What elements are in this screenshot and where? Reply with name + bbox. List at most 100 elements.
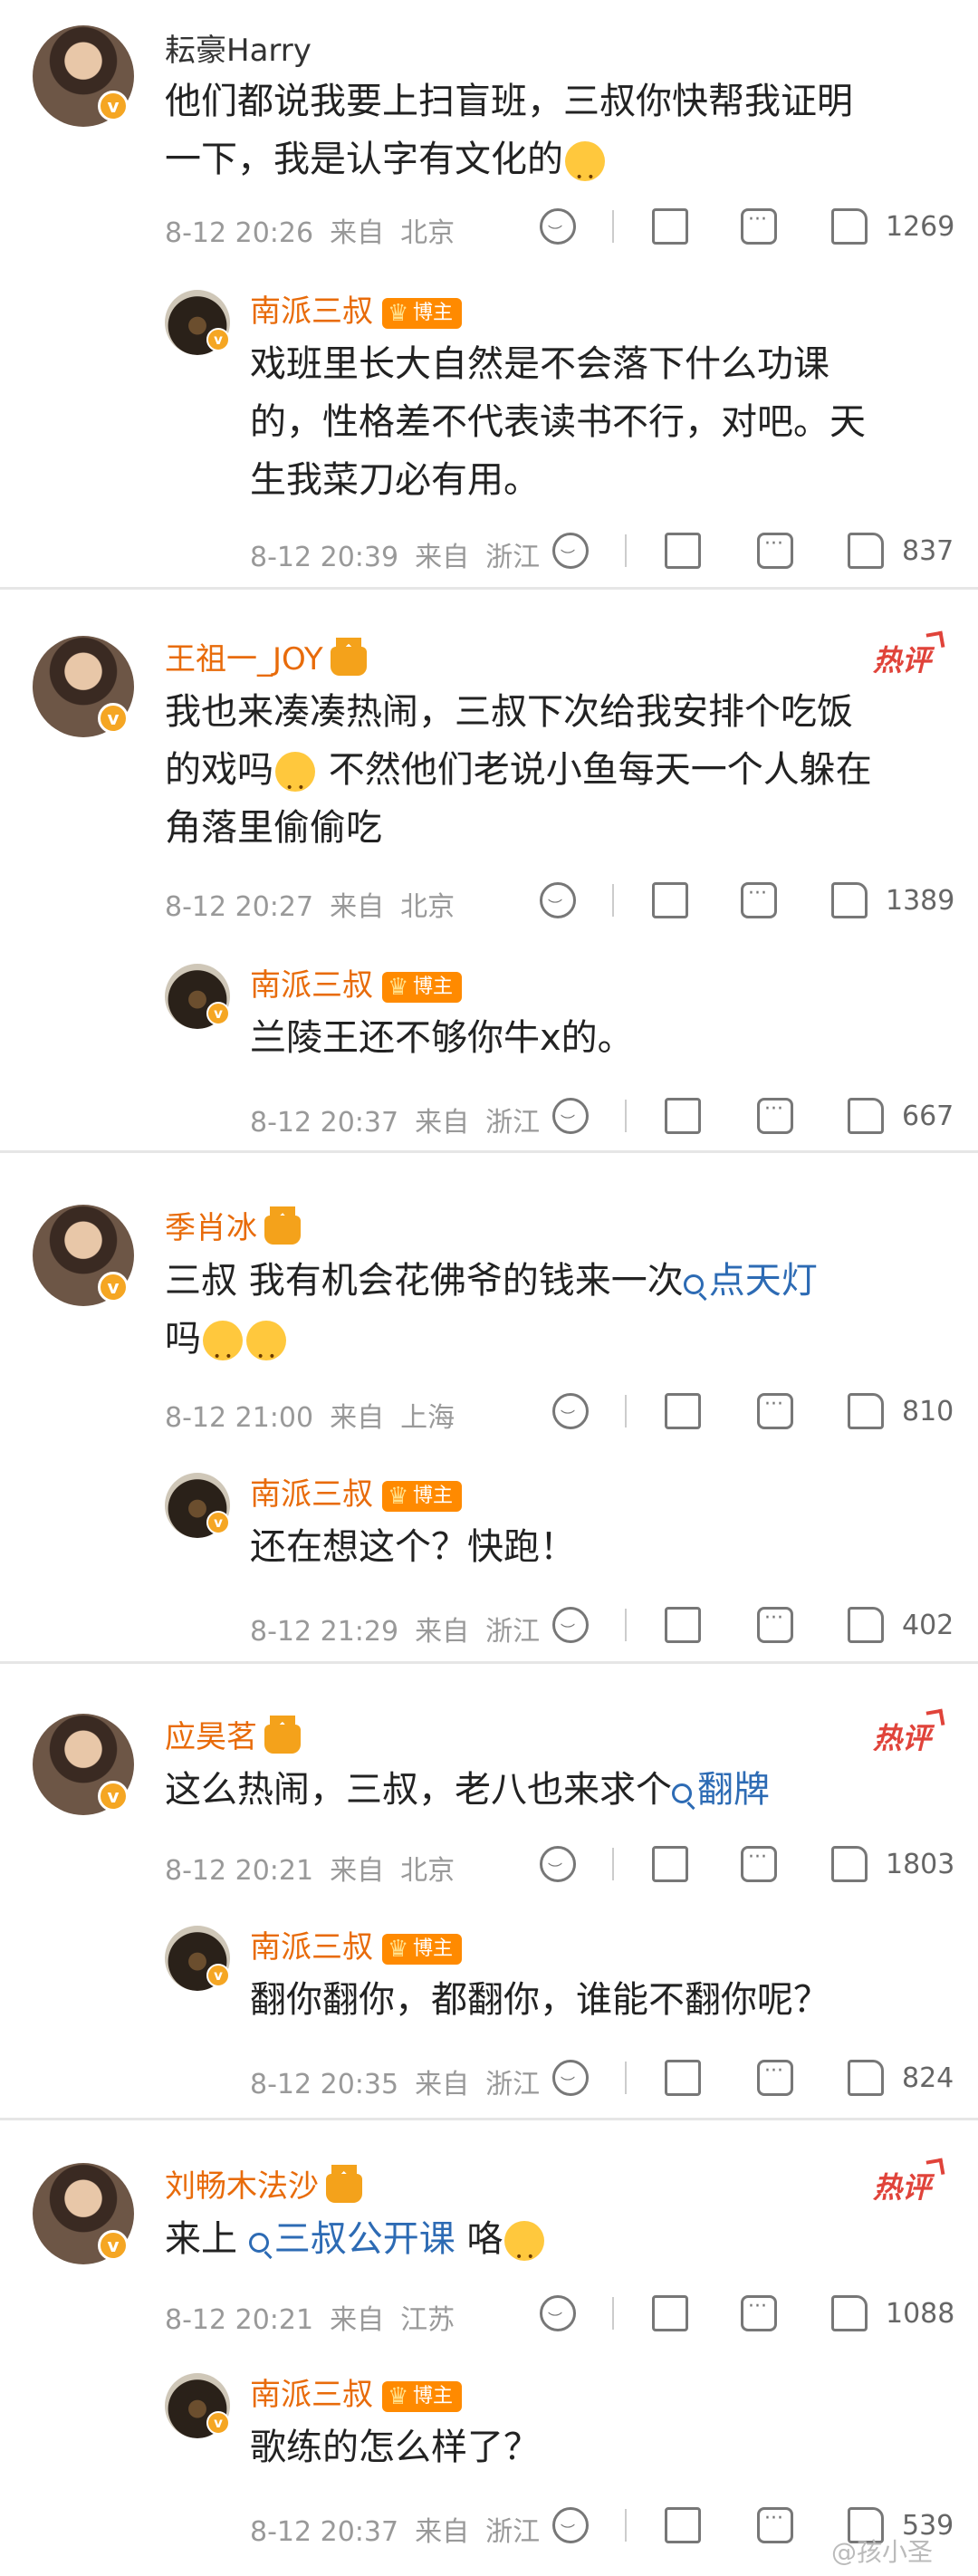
like-button[interactable]: 1389 [831,882,954,918]
separator [0,2118,978,2120]
dislike-icon[interactable] [552,1607,589,1643]
reply-meta: 8-12 20:39 来自 浙江 [250,542,541,573]
share-icon[interactable] [665,2507,701,2543]
dislike-icon[interactable] [540,882,576,918]
like-icon[interactable] [848,533,884,569]
like-button[interactable]: 837 [848,533,954,569]
verified-badge-icon: v [98,91,129,121]
reply-username[interactable]: 南派三叔博主 [250,1922,463,1966]
separator [0,1661,978,1664]
like-button[interactable]: 402 [848,1607,954,1643]
verified-badge-icon: v [206,1511,230,1534]
topic-link[interactable]: 点天灯 [683,1260,818,1302]
hot-comment-badge: 热评 [873,1716,931,1757]
reply-meta: 8-12 20:37 来自 浙江 [250,2516,541,2548]
like-button[interactable]: 667 [848,1098,954,1134]
comment-icon[interactable] [757,2507,793,2543]
share-icon[interactable] [665,1098,701,1134]
sunglasses-emoji-icon [504,2221,545,2286]
like-count: 810 [902,1395,954,1427]
divider [612,884,614,917]
comment-icon[interactable] [741,882,777,918]
verified-badge-icon: v [98,2230,129,2261]
divider [625,2509,627,2542]
comment-meta: 8-12 20:21 来自 江苏 [165,2304,455,2336]
like-count: 1088 [886,2297,955,2330]
share-icon[interactable] [665,1393,701,1429]
reply-username[interactable]: 南派三叔博主 [250,2369,463,2414]
dislike-icon[interactable] [552,2060,589,2096]
like-icon[interactable] [831,208,868,245]
shy-emoji-icon [203,1321,243,1386]
like-count: 402 [902,1609,954,1641]
share-icon[interactable] [665,2060,701,2096]
verified-badge-icon: v [98,1781,129,1812]
comment-meta: 8-12 20:21 来自 北京 [165,1855,455,1887]
search-icon [683,1274,704,1294]
dislike-icon[interactable] [540,2295,576,2331]
reply-username[interactable]: 南派三叔博主 [250,286,463,331]
like-icon[interactable] [848,1393,884,1429]
like-button[interactable]: 824 [848,2060,954,2096]
comment-icon[interactable] [757,2060,793,2096]
like-count: 1803 [886,1848,955,1880]
divider [625,534,627,567]
like-icon[interactable] [848,1607,884,1643]
like-icon[interactable] [848,2060,884,2096]
comment-icon[interactable] [757,1098,793,1134]
search-icon [248,2233,269,2253]
dislike-icon[interactable] [540,1846,576,1882]
like-count: 1389 [886,884,955,917]
reply-username[interactable]: 南派三叔博主 [250,1469,463,1514]
username[interactable]: 耘豪Harry [165,25,312,70]
comment-icon[interactable] [757,1607,793,1643]
share-icon[interactable] [665,1607,701,1643]
like-icon[interactable] [848,1098,884,1134]
comment-meta: 8-12 21:00 来自 上海 [165,1402,455,1434]
comment-icon[interactable] [757,533,793,569]
reply-text: 兰陵王还不够你牛x的。 [250,1017,634,1059]
username[interactable]: 王祖一_JOY [165,634,367,678]
reply-meta: 8-12 20:37 来自 浙江 [250,1107,541,1139]
share-icon[interactable] [652,882,688,918]
like-button[interactable]: 810 [848,1393,954,1429]
share-icon[interactable] [652,2295,688,2331]
like-button[interactable]: 1088 [831,2295,954,2331]
author-badge: 博主 [382,1480,463,1512]
username[interactable]: 应昊茗 [165,1712,301,1756]
comment-icon[interactable] [741,2295,777,2331]
reply-meta: 8-12 21:29 来自 浙江 [250,1616,541,1648]
username[interactable]: 季肖冰 [165,1203,301,1247]
author-badge: 博主 [382,297,463,329]
share-icon[interactable] [652,208,688,245]
separator [0,587,978,590]
like-button[interactable]: 1803 [831,1846,954,1882]
share-icon[interactable] [665,533,701,569]
comment-meta: 8-12 20:26 来自 北京 [165,217,455,249]
topic-link[interactable]: 三叔公开课 [248,2218,455,2260]
dislike-icon[interactable] [552,2507,589,2543]
like-icon[interactable] [831,882,868,918]
comment-text: 我也来凑凑热闹，三叔下次给我安排个吃饭 的戏吗 不然他们老说小鱼每天一个人躲在 … [165,683,962,857]
topic-link[interactable]: 翻牌 [672,1769,770,1811]
like-button[interactable]: 1269 [831,208,954,245]
dislike-icon[interactable] [552,533,589,569]
reply-username[interactable]: 南派三叔博主 [250,960,463,1004]
share-icon[interactable] [652,1846,688,1882]
like-icon[interactable] [831,2295,868,2331]
like-count: 667 [902,1100,954,1132]
comment-icon[interactable] [757,1393,793,1429]
crown-icon [264,1715,301,1754]
comment-icon[interactable] [741,1846,777,1882]
comment-text: 这么热闹，三叔，老八也来求个 翻牌 [165,1769,770,1811]
surprised-emoji-icon [246,1321,286,1386]
like-icon[interactable] [831,1846,868,1882]
username[interactable]: 刘畅木法沙 [165,2161,362,2206]
dislike-icon[interactable] [552,1393,589,1429]
dislike-icon[interactable] [540,208,576,245]
reply-text: 翻你翻你，都翻你，谁能不翻你呢？ [250,1979,829,2021]
comment-icon[interactable] [741,208,777,245]
like-count: 1269 [886,210,955,243]
author-badge: 博主 [382,2380,463,2412]
dislike-icon[interactable] [552,1098,589,1134]
